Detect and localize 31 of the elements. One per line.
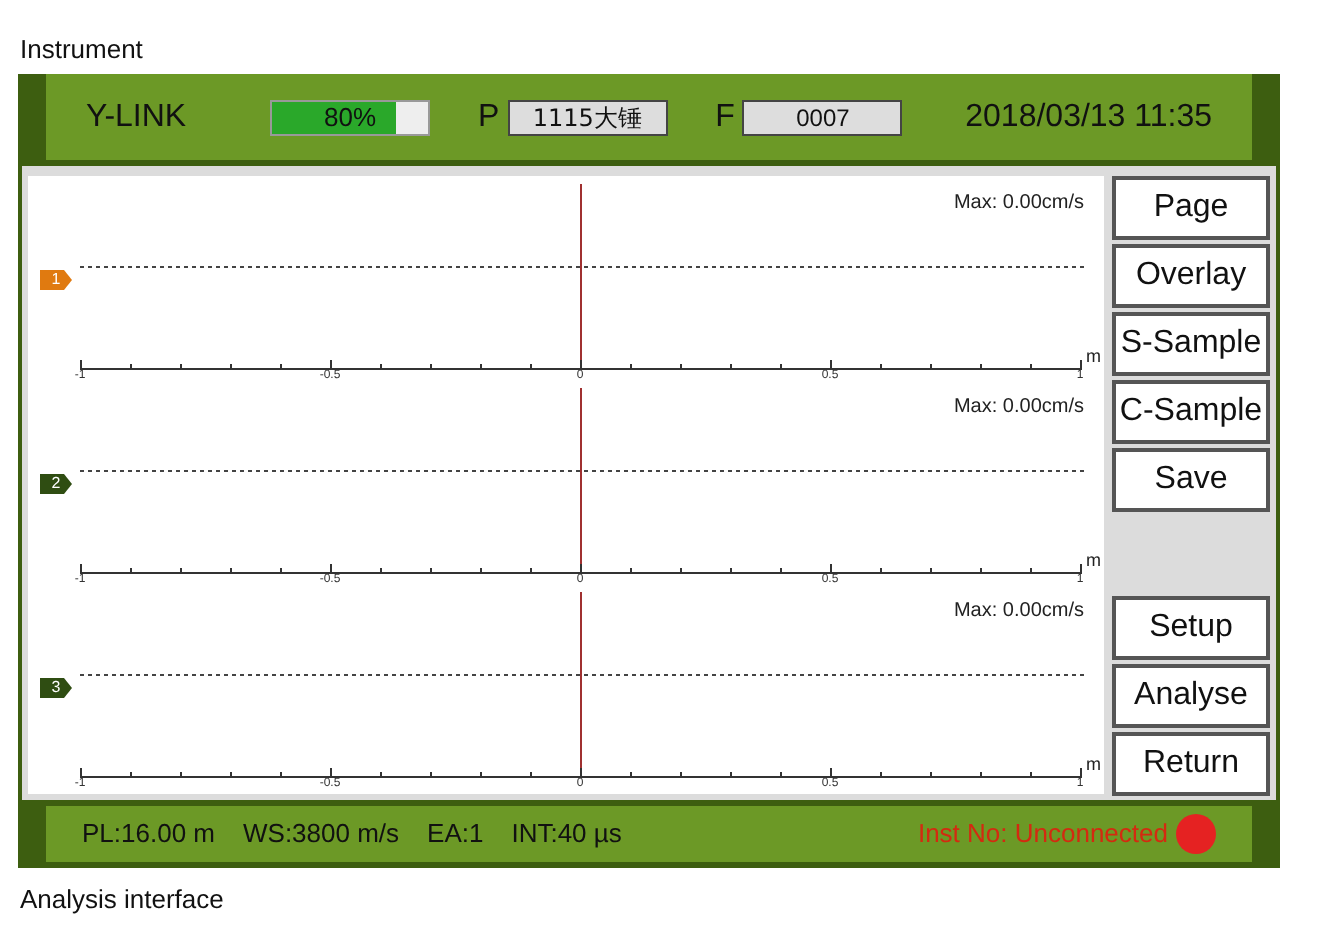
f-label: F [715, 97, 735, 137]
channel-marker: 3 [40, 678, 72, 698]
side-button[interactable]: Page [1112, 176, 1270, 240]
f-field: 0007 [742, 99, 903, 135]
side-button[interactable]: Overlay [1112, 244, 1270, 308]
unit-label: m [1086, 348, 1101, 366]
brand-label: Y-LINK [86, 97, 189, 137]
connection-status: Inst No: Unconnected [917, 816, 1168, 853]
max-reading: Max: 0.00cm/s [953, 192, 1084, 216]
unit-label: m [1086, 552, 1101, 570]
status-text: WS:3800 m/s [243, 816, 400, 853]
status-text: EA:1 [427, 816, 484, 853]
caption: Analysis interface [20, 882, 224, 918]
battery-reading: 80% [321, 101, 379, 133]
channel-marker: 2 [40, 474, 72, 494]
status-text: PL:16.00 m [82, 816, 215, 853]
side-button[interactable]: C-Sample [1112, 380, 1270, 444]
side-button[interactable]: Save [1112, 448, 1270, 512]
status-text: INT:40 µs [511, 816, 622, 853]
side-button[interactable]: Setup [1112, 596, 1270, 660]
side-button[interactable]: Return [1112, 732, 1270, 796]
datetime-label: 2018/03/13 11:35 [965, 97, 1212, 137]
side-button[interactable]: Analyse [1112, 664, 1270, 728]
channel-marker: 1 [40, 270, 72, 290]
side-button[interactable]: S-Sample [1112, 312, 1270, 376]
max-reading: Max: 0.00cm/s [953, 396, 1084, 420]
unit-label: m [1086, 756, 1101, 774]
caption: Instrument [20, 32, 143, 68]
max-reading: Max: 0.00cm/s [953, 600, 1084, 624]
p-label: P [478, 97, 500, 137]
p-field: 1115大锤 [507, 99, 668, 135]
